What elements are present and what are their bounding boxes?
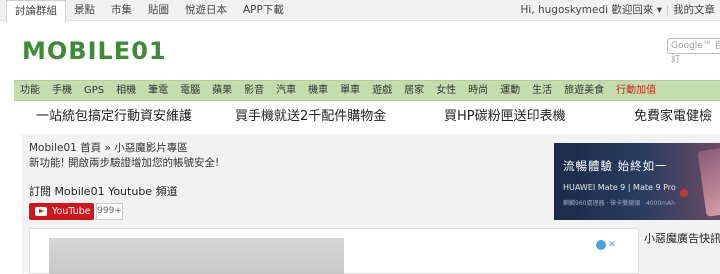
category-mobile-value-added[interactable]: 行動加值 bbox=[610, 81, 662, 101]
category-cameras[interactable]: 相機 bbox=[110, 81, 142, 101]
logo-text: MOBILE01 bbox=[22, 37, 167, 65]
category-travel[interactable]: 旅遊美食 bbox=[558, 81, 610, 101]
top-nav-stickers[interactable]: 貼圖 bbox=[140, 0, 177, 21]
category-home[interactable]: 居家 bbox=[398, 81, 430, 101]
category-motorcycles[interactable]: 機車 bbox=[302, 81, 334, 101]
top-nav-japan[interactable]: 悅遊日本 bbox=[177, 0, 235, 21]
category-phones[interactable]: 手機 bbox=[46, 81, 78, 101]
ad-choices-icon[interactable] bbox=[596, 240, 606, 250]
security-notice[interactable]: 新功能! 開啟兩步驗證增加您的帳號安全! bbox=[29, 155, 219, 170]
category-sports[interactable]: 運動 bbox=[494, 81, 526, 101]
search-input[interactable]: Google™ 自訂 bbox=[667, 38, 720, 65]
subscribe-title: 訂閱 Mobile01 Youtube 頻道 bbox=[29, 185, 178, 198]
promo-link[interactable]: 買手機就送2千配件購物金 bbox=[235, 103, 386, 131]
ad-headline: 流暢體驗 始終如一 bbox=[563, 159, 668, 173]
top-nav-market[interactable]: 市集 bbox=[103, 0, 140, 21]
category-fashion[interactable]: 時尚 bbox=[462, 81, 494, 101]
category-computers[interactable]: 電腦 bbox=[174, 81, 206, 101]
youtube-play-icon bbox=[35, 207, 47, 216]
category-features[interactable]: 功能 bbox=[14, 81, 46, 101]
category-women[interactable]: 女性 bbox=[430, 81, 462, 101]
youtube-subscribe-button[interactable]: YouTube bbox=[29, 203, 94, 220]
top-nav-app[interactable]: APP下載 bbox=[235, 0, 292, 21]
phone-image bbox=[697, 147, 720, 217]
sidebar-title[interactable]: 小惡魔廣告快訊 bbox=[644, 230, 720, 246]
promo-link[interactable]: 免費家電健檢 bbox=[634, 103, 712, 131]
category-life[interactable]: 生活 bbox=[526, 81, 558, 101]
category-gps[interactable]: GPS bbox=[78, 81, 110, 101]
category-nav: 功能 手機 GPS 相機 筆電 電腦 蘋果 影音 汽車 機車 單車 遊戲 居家 … bbox=[14, 80, 720, 101]
category-apple[interactable]: 蘋果 bbox=[206, 81, 238, 101]
category-cars[interactable]: 汽車 bbox=[270, 81, 302, 101]
category-av[interactable]: 影音 bbox=[238, 81, 270, 101]
site-header: MOBILE01 Google™ 自訂 bbox=[0, 22, 720, 80]
top-bar: 討論群組 景點 市集 貼圖 悅遊日本 APP下載 Hi, hugoskymedi… bbox=[0, 0, 720, 22]
ad-close-icon[interactable]: ✕ bbox=[608, 240, 618, 250]
huawei-ad-banner[interactable]: 流暢體驗 始終如一 HUAWEI Mate 9 | Mate 9 Pro 麒麟9… bbox=[554, 143, 720, 220]
video-thumbnail[interactable] bbox=[49, 238, 344, 274]
leica-logo-icon bbox=[680, 189, 688, 197]
my-posts-link[interactable]: 我的文章 bbox=[668, 0, 720, 21]
mobile01-logo[interactable]: MOBILE01 bbox=[22, 36, 202, 66]
category-bicycles[interactable]: 單車 bbox=[334, 81, 366, 101]
ad-fineprint: 麒麟960處理器 · 徠卡雙鏡頭 · 4000mAh bbox=[563, 200, 675, 207]
category-laptops[interactable]: 筆電 bbox=[142, 81, 174, 101]
top-nav-forum[interactable]: 討論群組 bbox=[6, 0, 66, 22]
user-greeting[interactable]: Hi, hugoskymedi 歡迎回來 ▾ bbox=[516, 0, 668, 21]
ad-product: HUAWEI Mate 9 | Mate 9 Pro bbox=[563, 183, 676, 192]
category-games[interactable]: 遊戲 bbox=[366, 81, 398, 101]
promo-links: 一站統包搞定行動資安維護 買手機就送2千配件購物金 買HP碳粉匣送印表機 免費家… bbox=[0, 103, 720, 131]
top-nav-spots[interactable]: 景點 bbox=[66, 0, 103, 21]
youtube-label: YouTube bbox=[52, 206, 91, 217]
top-nav: 討論群組 景點 市集 貼圖 悅遊日本 APP下載 bbox=[6, 0, 292, 22]
promo-link[interactable]: 買HP碳粉匣送印表機 bbox=[444, 103, 566, 131]
breadcrumb[interactable]: Mobile01 首頁 » 小惡魔影片專區 bbox=[29, 140, 188, 155]
user-menu: Hi, hugoskymedi 歡迎回來 ▾ 我的文章 bbox=[516, 0, 720, 21]
subscriber-count: 999+ bbox=[96, 203, 123, 220]
promo-link[interactable]: 一站統包搞定行動資安維護 bbox=[36, 103, 192, 131]
